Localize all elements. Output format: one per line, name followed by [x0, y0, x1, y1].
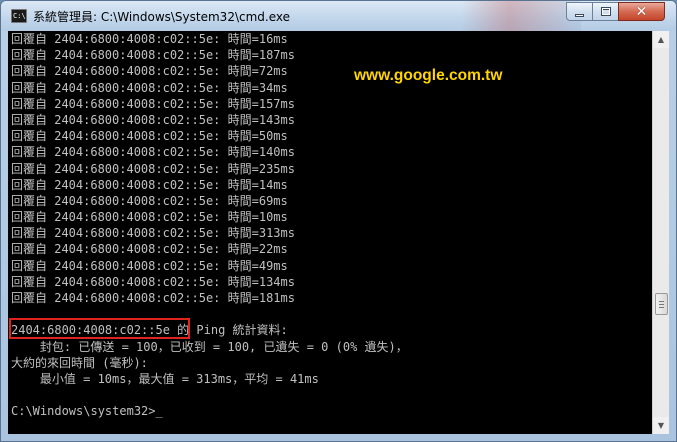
reply-line: 回覆自 2404:6800:4008:c02::5e: 時間=181ms — [11, 291, 295, 305]
console-output-area[interactable]: 回覆自 2404:6800:4008:c02::5e: 時間=16ms 回覆自 … — [8, 31, 652, 434]
vertical-scrollbar[interactable]: ▲ ▼ — [652, 31, 669, 434]
maximize-button[interactable] — [592, 2, 619, 21]
minimize-button[interactable] — [566, 2, 593, 21]
rtt-summary-line: 最小值 = 10ms，最大值 = 313ms，平均 = 41ms — [11, 371, 319, 386]
reply-line: 回覆自 2404:6800:4008:c02::5e: 時間=187ms — [11, 48, 295, 63]
scrollbar-thumb[interactable] — [655, 293, 668, 315]
titlebar-background-decoration — [461, 1, 581, 31]
console-lines: 回覆自 2404:6800:4008:c02::5e: 時間=16ms 回覆自 … — [11, 31, 651, 420]
reply-line: 回覆自 2404:6800:4008:c02::5e: 時間=69ms — [11, 193, 288, 208]
packets-summary-line: 封包: 已傳送 = 100，已收到 = 100, 已遺失 = 0 (0% 遺失)… — [11, 339, 408, 354]
maximize-icon — [600, 7, 611, 16]
reply-line: 回覆自 2404:6800:4008:c02::5e: 時間=50ms — [11, 129, 288, 144]
reply-line: 回覆自 2404:6800:4008:c02::5e: 時間=72ms — [11, 64, 288, 79]
reply-line: 回覆自 2404:6800:4008:c02::5e: 時間=10ms — [11, 210, 288, 225]
reply-line: 回覆自 2404:6800:4008:c02::5e: 時間=157ms — [11, 96, 295, 111]
cmd-window: C:\ 系統管理員: C:\Windows\System32\cmd.exe ✕… — [0, 0, 677, 442]
reply-line: 回覆自 2404:6800:4008:c02::5e: 時間=140ms — [11, 145, 295, 160]
grip-line — [659, 304, 664, 305]
grip-line — [659, 301, 664, 302]
command-prompt[interactable]: C:\Windows\system32>_ — [11, 403, 651, 419]
minimize-icon — [575, 13, 584, 17]
reply-line: 回覆自 2404:6800:4008:c02::5e: 時間=313ms — [11, 226, 295, 241]
close-button[interactable]: ✕ — [618, 2, 665, 21]
reply-line: 回覆自 2404:6800:4008:c02::5e: 時間=143ms — [11, 112, 295, 127]
title-bar[interactable]: C:\ 系統管理員: C:\Windows\System32\cmd.exe ✕ — [1, 1, 676, 31]
reply-line: 回覆自 2404:6800:4008:c02::5e: 時間=22ms — [11, 242, 288, 257]
cmd-app-icon[interactable]: C:\ — [11, 9, 27, 23]
grip-line — [659, 307, 664, 308]
annotation-url-label: www.google.com.tw — [354, 67, 503, 84]
reply-line: 回覆自 2404:6800:4008:c02::5e: 時間=34ms — [11, 80, 288, 95]
scroll-down-arrow-icon[interactable]: ▼ — [653, 417, 669, 434]
reply-line: 回覆自 2404:6800:4008:c02::5e: 時間=134ms — [11, 274, 295, 289]
reply-line: 回覆自 2404:6800:4008:c02::5e: 時間=16ms — [11, 32, 288, 46]
close-icon: ✕ — [635, 3, 648, 20]
window-title: 系統管理員: C:\Windows\System32\cmd.exe — [33, 10, 290, 24]
rtt-header: 大約的來回時間 (毫秒): — [11, 355, 148, 370]
ip-highlight-box — [9, 318, 190, 339]
scroll-up-arrow-icon[interactable]: ▲ — [653, 31, 669, 48]
reply-line: 回覆自 2404:6800:4008:c02::5e: 時間=49ms — [11, 258, 288, 273]
reply-line: 回覆自 2404:6800:4008:c02::5e: 時間=14ms — [11, 177, 288, 192]
reply-line: 回覆自 2404:6800:4008:c02::5e: 時間=235ms — [11, 161, 295, 176]
